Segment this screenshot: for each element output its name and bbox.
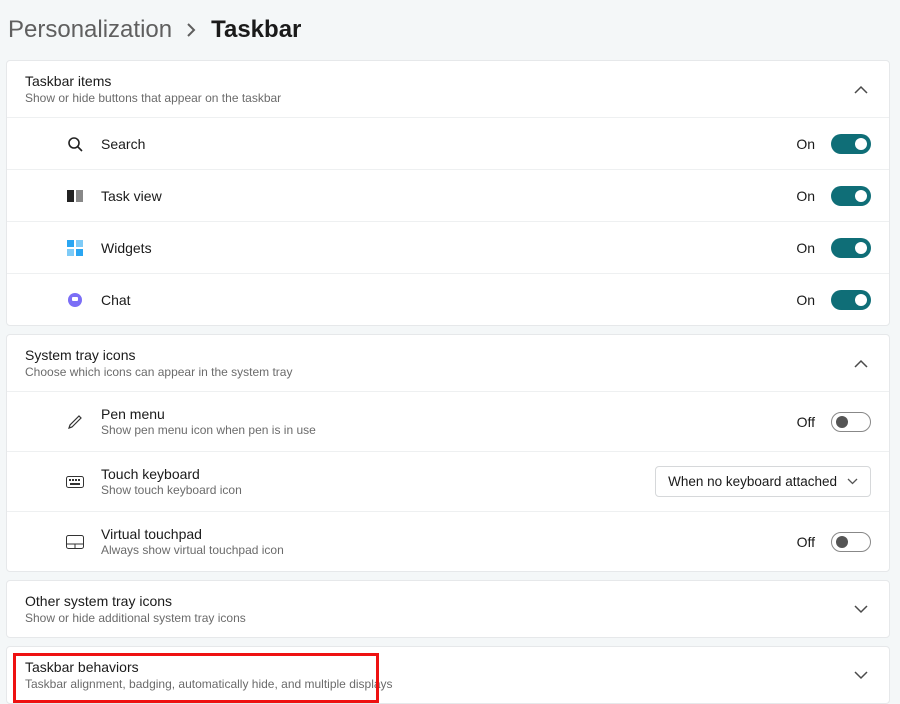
chevron-up-icon[interactable] [851,359,871,368]
section-subtitle: Show or hide buttons that appear on the … [25,91,851,105]
toggle-state-text: On [787,188,815,204]
row-widgets: Widgets On [7,221,889,273]
row-sublabel: Show touch keyboard icon [101,483,639,497]
chevron-up-icon[interactable] [851,85,871,94]
section-taskbar-items: Taskbar items Show or hide buttons that … [6,60,890,326]
pen-icon [65,414,85,430]
breadcrumb-parent[interactable]: Personalization [8,16,172,44]
keyboard-icon [65,476,85,488]
toggle-state-text: Off [787,414,815,430]
section-title: System tray icons [25,347,851,363]
toggle-state-text: On [787,240,815,256]
section-header-taskbar-behaviors[interactable]: Taskbar behaviors Taskbar alignment, bad… [7,647,889,703]
section-title: Taskbar items [25,73,851,89]
chevron-down-icon [847,478,858,485]
section-subtitle: Choose which icons can appear in the sys… [25,365,851,379]
row-sublabel: Always show virtual touchpad icon [101,543,771,557]
row-label: Pen menu [101,406,771,422]
row-sublabel: Show pen menu icon when pen is in use [101,423,771,437]
row-label: Chat [101,292,771,308]
row-label: Task view [101,188,771,204]
task-view-toggle[interactable] [831,186,871,206]
chevron-down-icon[interactable] [851,605,871,614]
breadcrumb-current: Taskbar [211,16,301,44]
row-label: Search [101,136,771,152]
chevron-right-icon [186,22,197,38]
pen-menu-toggle[interactable] [831,412,871,432]
taskview-icon [65,190,85,202]
section-title: Taskbar behaviors [25,659,851,675]
chat-toggle[interactable] [831,290,871,310]
section-header-system-tray[interactable]: System tray icons Choose which icons can… [7,335,889,391]
section-subtitle: Taskbar alignment, badging, automaticall… [25,677,851,691]
widgets-toggle[interactable] [831,238,871,258]
row-label: Touch keyboard [101,466,639,482]
touch-keyboard-dropdown[interactable]: When no keyboard attached [655,466,871,497]
row-task-view: Task view On [7,169,889,221]
row-search: Search On [7,117,889,169]
row-pen-menu: Pen menu Show pen menu icon when pen is … [7,391,889,451]
chevron-down-icon[interactable] [851,671,871,680]
row-label: Widgets [101,240,771,256]
section-header-other-tray[interactable]: Other system tray icons Show or hide add… [7,581,889,637]
search-toggle[interactable] [831,134,871,154]
section-system-tray-icons: System tray icons Choose which icons can… [6,334,890,572]
section-title: Other system tray icons [25,593,851,609]
dropdown-value: When no keyboard attached [668,474,837,489]
section-header-taskbar-items[interactable]: Taskbar items Show or hide buttons that … [7,61,889,117]
row-touch-keyboard: Touch keyboard Show touch keyboard icon … [7,451,889,511]
section-other-tray-icons: Other system tray icons Show or hide add… [6,580,890,638]
row-virtual-touchpad: Virtual touchpad Always show virtual tou… [7,511,889,571]
row-chat: Chat On [7,273,889,325]
chat-icon [65,292,85,308]
touchpad-icon [65,535,85,549]
widgets-icon [65,240,85,256]
virtual-touchpad-toggle[interactable] [831,532,871,552]
section-subtitle: Show or hide additional system tray icon… [25,611,851,625]
toggle-state-text: On [787,292,815,308]
search-icon [65,136,85,152]
toggle-state-text: On [787,136,815,152]
toggle-state-text: Off [787,534,815,550]
section-taskbar-behaviors: Taskbar behaviors Taskbar alignment, bad… [6,646,890,704]
row-label: Virtual touchpad [101,526,771,542]
breadcrumb: Personalization Taskbar [6,8,890,60]
